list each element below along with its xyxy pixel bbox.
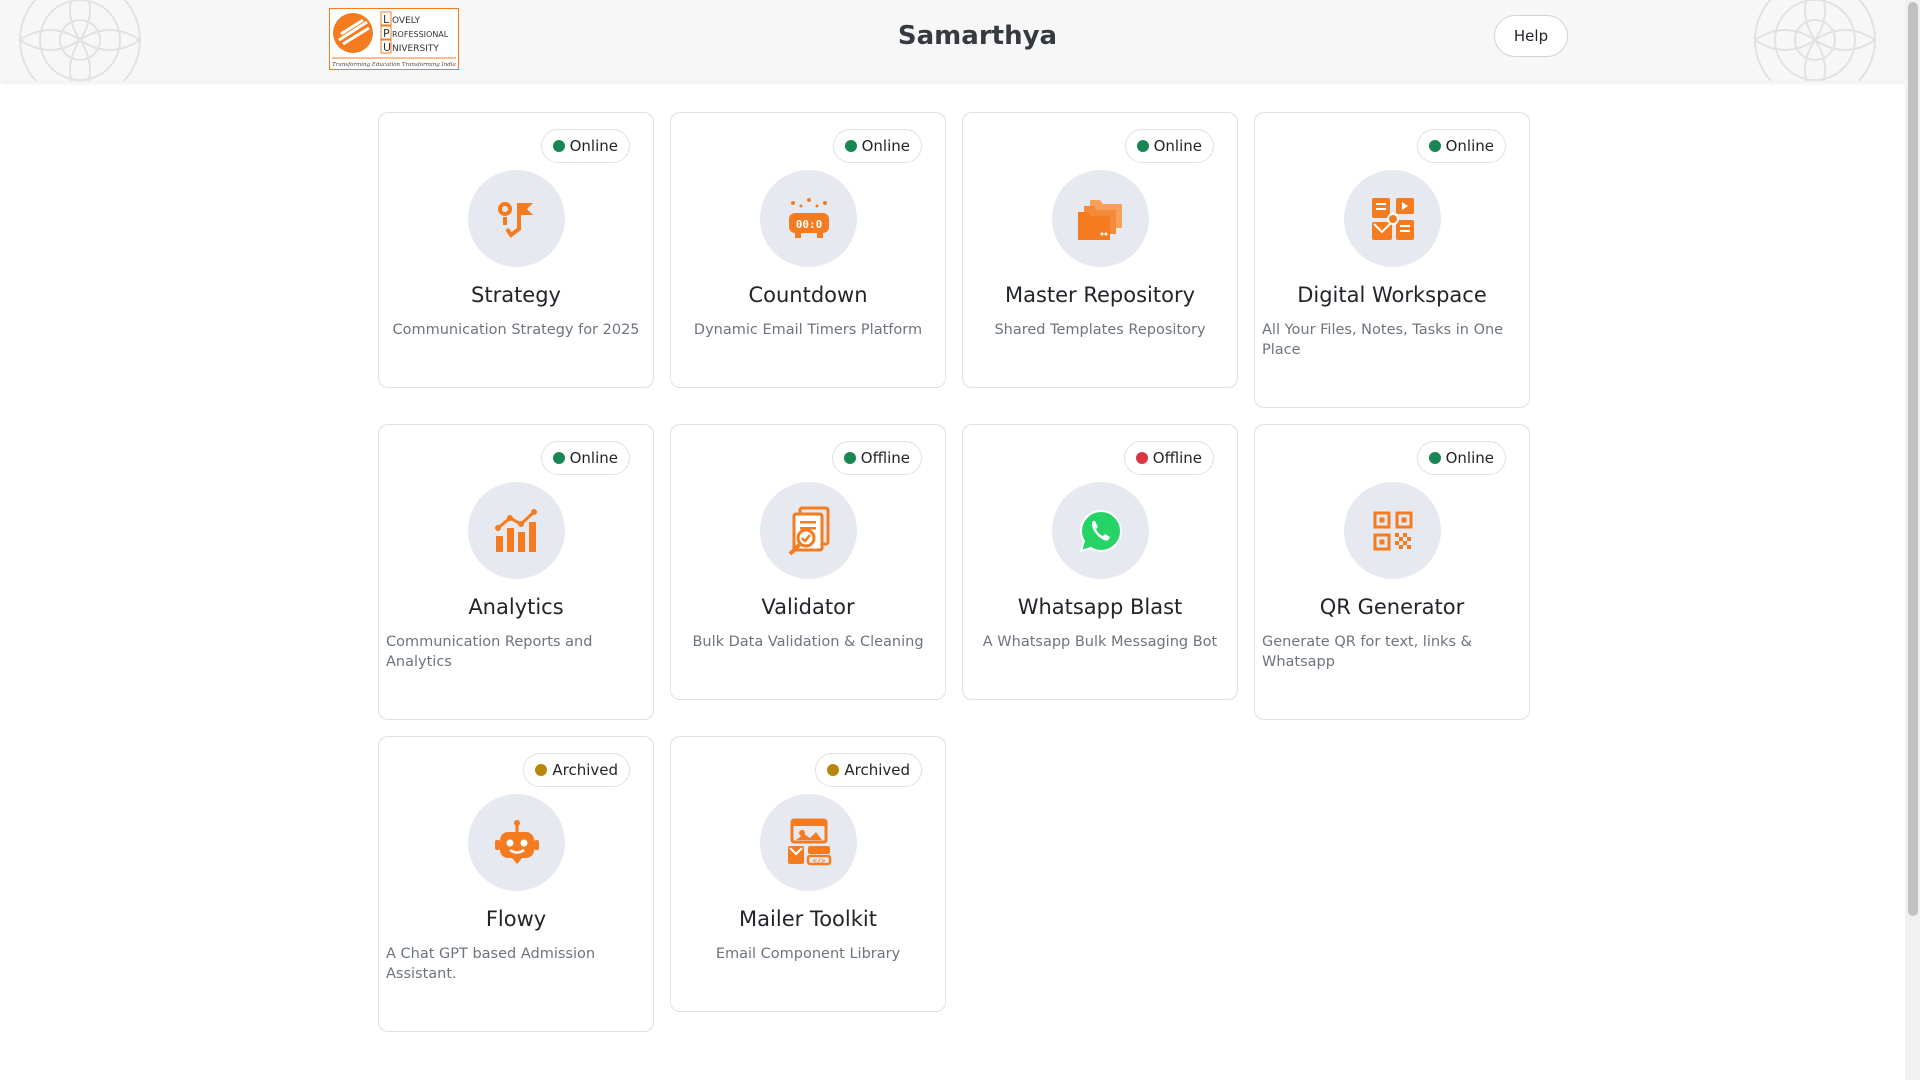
status-label: Online <box>1445 137 1494 155</box>
help-button[interactable]: Help <box>1494 15 1568 57</box>
card-description: All Your Files, Notes, Tasks in One Plac… <box>1262 322 1504 358</box>
status-badge: Archived <box>523 753 630 787</box>
card-title: Mailer Toolkit <box>739 907 877 931</box>
status-label: Online <box>1445 449 1494 467</box>
page-title: Samarthya <box>897 21 1058 51</box>
app-card-countdown[interactable]: Online 00:0 Countdown Dynamic Email Time… <box>670 112 946 388</box>
card-title: Analytics <box>468 595 564 619</box>
card-title: Whatsapp Blast <box>1017 595 1183 619</box>
scrollbar-thumb[interactable] <box>1908 2 1918 916</box>
card-description: A Chat GPT based Admission Assistant. <box>386 946 596 982</box>
qr-code-icon <box>1344 482 1441 579</box>
app-card-strategy[interactable]: Online Strategy Communication Strategy f… <box>378 112 654 388</box>
status-label: Online <box>569 137 618 155</box>
timer-icon: 00:0 <box>760 170 857 267</box>
card-description: Communication Reports and Analytics <box>386 634 593 670</box>
status-label: Archived <box>844 761 910 779</box>
workspace-icon <box>1344 170 1441 267</box>
status-label: Archived <box>552 761 618 779</box>
whatsapp-icon <box>1052 482 1149 579</box>
mailer-components-icon: </> <box>760 794 857 891</box>
status-badge: Online <box>832 129 922 163</box>
app-card-flowy[interactable]: Archived Flowy A Chat GPT based Admissio… <box>378 736 654 1032</box>
status-label: Offline <box>1152 449 1202 467</box>
card-description: A Whatsapp Bulk Messaging Bot <box>982 634 1218 650</box>
status-dot <box>1428 140 1441 152</box>
status-badge: Online <box>1124 129 1214 163</box>
card-title: Validator <box>761 595 855 619</box>
status-badge: Online <box>540 441 630 475</box>
status-badge: Online <box>1416 129 1506 163</box>
status-dot <box>535 764 548 776</box>
logo-tagline: Transforming Education Transforming Indi… <box>332 62 456 68</box>
status-label: Offline <box>860 449 910 467</box>
folders-icon <box>1052 170 1149 267</box>
app-card-whatsapp-blast[interactable]: Offline Whatsapp Blast A Whatsapp Bulk M… <box>962 424 1238 700</box>
status-dot <box>844 140 857 152</box>
card-title: Flowy <box>485 907 547 931</box>
card-description: Generate QR for text, links & Whatsapp <box>1262 634 1472 670</box>
app-card-analytics[interactable]: Online Analytics Communication Reports a… <box>378 424 654 720</box>
status-dot <box>827 764 840 776</box>
app-card-master-repository[interactable]: Online Master Repository Shared Template… <box>962 112 1238 388</box>
app-card-validator[interactable]: Offline Validator Bulk Data Validation &… <box>670 424 946 700</box>
status-dot <box>1135 452 1148 464</box>
status-badge: Archived <box>815 753 922 787</box>
svg-text:</>: </> <box>812 857 825 865</box>
card-description: Dynamic Email Timers Platform <box>693 322 923 338</box>
card-title: Master Repository <box>1004 283 1196 307</box>
analytics-chart-icon <box>468 482 565 579</box>
card-title: Countdown <box>748 283 868 307</box>
svg-text:00:0: 00:0 <box>795 218 822 231</box>
app-card-mailer-toolkit[interactable]: Archived </> Mailer Toolkit Email Compon… <box>670 736 946 1012</box>
card-title: QR Generator <box>1319 595 1465 619</box>
card-description: Email Component Library <box>715 946 901 962</box>
status-dot <box>1428 452 1441 464</box>
vertical-scrollbar[interactable] <box>1905 0 1920 1080</box>
status-label: Online <box>569 449 618 467</box>
strategy-icon <box>468 170 565 267</box>
card-description: Shared Templates Repository <box>994 322 1206 338</box>
status-dot <box>552 140 565 152</box>
document-search-icon <box>760 482 857 579</box>
status-badge: Online <box>1416 441 1506 475</box>
robot-icon <box>468 794 565 891</box>
status-label: Online <box>861 137 910 155</box>
card-title: Strategy <box>471 283 561 307</box>
card-title: Digital Workspace <box>1297 283 1487 307</box>
status-badge: Offline <box>1123 441 1214 475</box>
card-description: Communication Strategy for 2025 <box>392 322 640 338</box>
top-header: L P U OVELY ROFESSIONAL NIVERSITY Transf… <box>0 0 1905 81</box>
status-badge: Offline <box>831 441 922 475</box>
card-description: Bulk Data Validation & Cleaning <box>692 634 924 650</box>
status-dot <box>1136 140 1149 152</box>
status-dot <box>843 452 856 464</box>
app-card-qr-generator[interactable]: Online QR Generator Generate QR for text… <box>1254 424 1530 720</box>
status-label: Online <box>1153 137 1202 155</box>
status-badge: Online <box>540 129 630 163</box>
app-card-digital-workspace[interactable]: Online Digital Workspace All Your Files,… <box>1254 112 1530 408</box>
status-dot <box>552 452 565 464</box>
